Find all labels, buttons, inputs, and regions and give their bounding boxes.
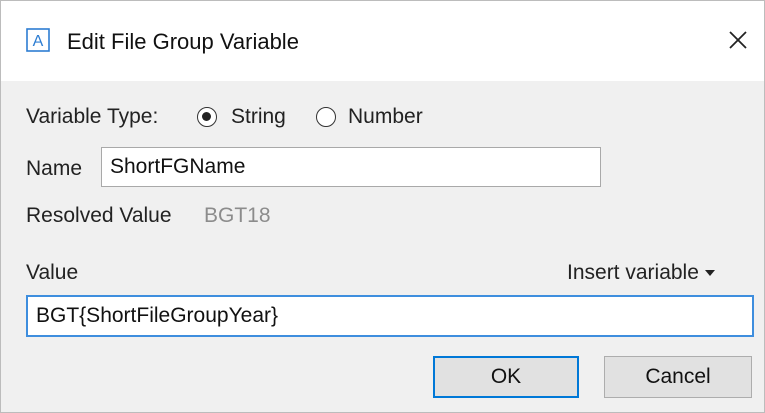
app-logo-letter: A bbox=[33, 33, 44, 50]
app-logo-icon: A bbox=[26, 28, 50, 52]
close-button[interactable] bbox=[721, 23, 755, 57]
resolved-value-label: Resolved Value bbox=[26, 204, 172, 227]
name-label: Name bbox=[26, 157, 83, 180]
number-radio[interactable] bbox=[316, 107, 336, 127]
value-input[interactable]: BGT{ShortFileGroupYear} bbox=[26, 295, 754, 337]
value-label: Value bbox=[26, 261, 79, 284]
insert-variable-dropdown[interactable]: Insert variable bbox=[567, 261, 715, 285]
dropdown-caret-icon bbox=[704, 270, 715, 276]
string-radio-label[interactable]: String bbox=[231, 105, 286, 129]
title-bar: A Edit File Group Variable bbox=[1, 1, 764, 81]
ok-button[interactable]: OK bbox=[433, 356, 579, 398]
name-input[interactable]: ShortFGName bbox=[101, 147, 601, 187]
cancel-button[interactable]: Cancel bbox=[604, 356, 752, 398]
window-title: Edit File Group Variable bbox=[67, 29, 299, 54]
close-icon bbox=[729, 31, 747, 49]
variable-type-label: Variable Type: bbox=[26, 105, 159, 128]
number-radio-label[interactable]: Number bbox=[348, 105, 423, 129]
insert-variable-label: Insert variable bbox=[567, 261, 699, 284]
resolved-value: BGT18 bbox=[204, 204, 271, 227]
edit-file-group-variable-dialog: A Edit File Group Variable Variable Type… bbox=[0, 0, 765, 413]
string-radio[interactable] bbox=[197, 107, 217, 127]
